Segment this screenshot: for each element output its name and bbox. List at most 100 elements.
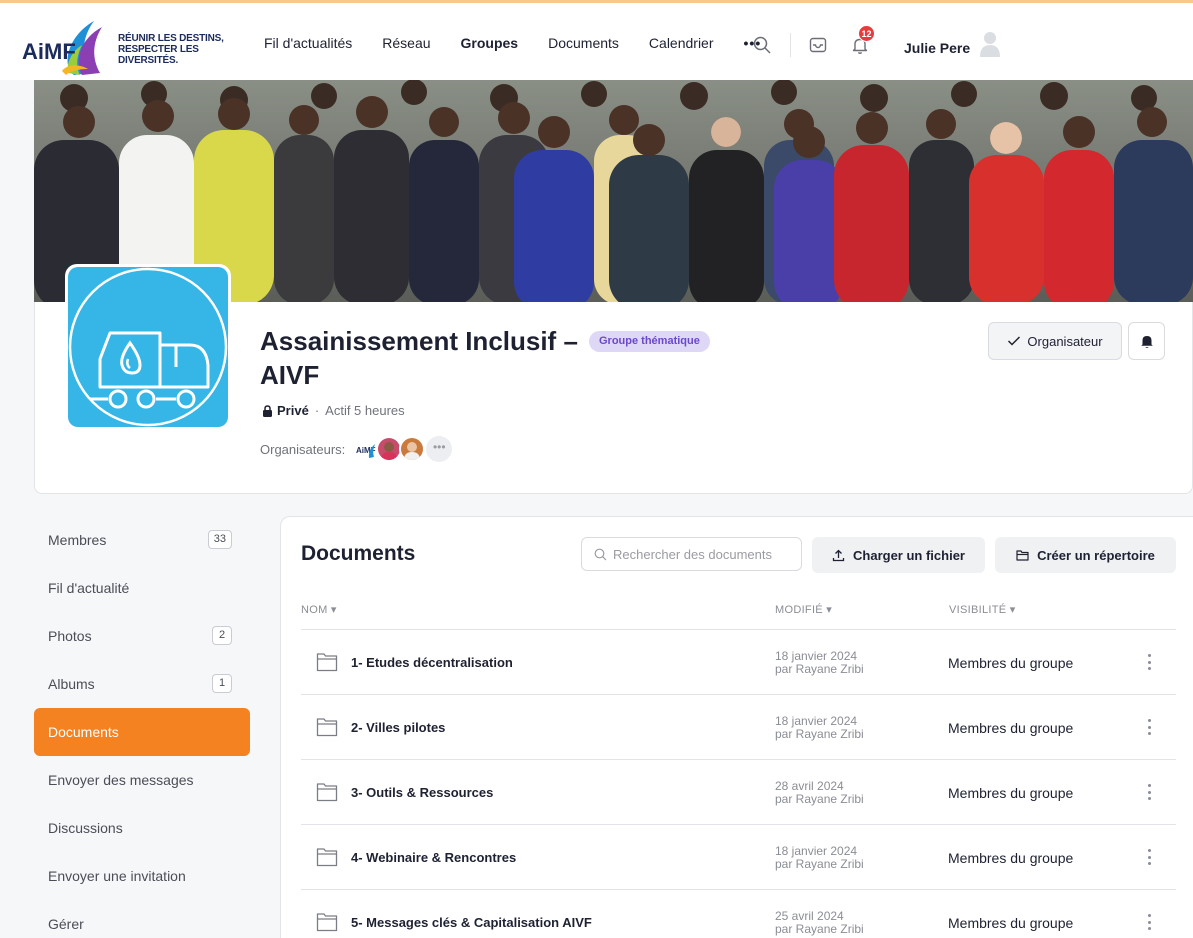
check-icon bbox=[1008, 336, 1021, 346]
more-options-icon[interactable] bbox=[1141, 782, 1157, 802]
more-options-icon[interactable] bbox=[1141, 652, 1157, 672]
more-options-icon[interactable] bbox=[1141, 912, 1157, 932]
organizer-role-label: Organisateur bbox=[1027, 333, 1103, 349]
group-activity: Actif 5 heures bbox=[325, 403, 405, 418]
search-icon bbox=[594, 548, 607, 560]
header-divider bbox=[790, 33, 791, 57]
group-avatar bbox=[65, 264, 231, 430]
sidebar-item-label: Albums bbox=[48, 676, 95, 692]
meta-separator: · bbox=[314, 403, 320, 418]
organizers-more-button[interactable]: ••• bbox=[426, 436, 453, 462]
sidebar-item-label: Photos bbox=[48, 628, 92, 644]
create-folder-button[interactable]: Créer un répertoire bbox=[995, 537, 1176, 573]
column-header-modified[interactable]: MODIFIÉ ▾ bbox=[775, 603, 832, 616]
document-modified: 18 janvier 2024 par Rayane Zribi bbox=[775, 844, 864, 871]
sidebar-item-label: Membres bbox=[48, 532, 107, 548]
sidebar-item-fil-actualite[interactable]: Fil d'actualité bbox=[34, 564, 250, 612]
sidebar-item-label: Fil d'actualité bbox=[48, 580, 130, 596]
notification-badge: 12 bbox=[858, 25, 875, 42]
document-row[interactable]: 1- Etudes décentralisation 18 janvier 20… bbox=[301, 630, 1176, 695]
tagline-line-2: RESPECTER LES DIVERSITÉS. bbox=[118, 44, 199, 66]
column-header-name[interactable]: NOM ▾ bbox=[301, 603, 337, 616]
document-name[interactable]: 4- Webinaire & Rencontres bbox=[351, 850, 516, 865]
folder-icon bbox=[316, 783, 338, 802]
document-row[interactable]: 4- Webinaire & Rencontres 18 janvier 202… bbox=[301, 825, 1176, 890]
sidebar-item-documents[interactable]: Documents bbox=[34, 708, 250, 756]
document-name[interactable]: 5- Messages clés & Capitalisation AIVF bbox=[351, 915, 592, 930]
sidebar-item-discussions[interactable]: Discussions bbox=[34, 804, 250, 852]
sidebar-count-albums: 1 bbox=[212, 674, 232, 693]
organizer-avatar-3[interactable] bbox=[399, 436, 426, 462]
more-options-icon[interactable] bbox=[1141, 717, 1157, 737]
aimf-logo-mark: AiMF bbox=[22, 21, 102, 75]
sidebar-item-envoyer-invitation[interactable]: Envoyer une invitation bbox=[34, 852, 250, 900]
upload-file-button[interactable]: Charger un fichier bbox=[812, 537, 985, 573]
group-title: Assainissement Inclusif – AIVF bbox=[260, 326, 578, 390]
organizers: Organisateurs: AiMF ••• bbox=[260, 436, 453, 462]
sidebar-count-membres: 33 bbox=[207, 530, 232, 549]
sidebar-item-membres[interactable]: Membres 33 bbox=[34, 516, 250, 564]
folder-icon bbox=[316, 913, 338, 932]
sidebar-item-label: Envoyer une invitation bbox=[48, 868, 186, 884]
document-visibility: Membres du groupe bbox=[948, 720, 1074, 736]
lock-icon bbox=[263, 404, 272, 417]
documents-search-input[interactable] bbox=[613, 546, 798, 562]
organizer-role-button[interactable]: Organisateur bbox=[988, 322, 1122, 360]
tagline-line-1: RÉUNIR LES DESTINS, bbox=[118, 33, 224, 44]
document-row[interactable]: 5- Messages clés & Capitalisation AIVF 2… bbox=[301, 890, 1176, 938]
top-navigation-bar: AiMF RÉUNIR LES DESTINS, RESPECTER LES D… bbox=[0, 0, 1193, 83]
document-visibility: Membres du groupe bbox=[948, 655, 1074, 671]
sidebar-item-photos[interactable]: Photos 2 bbox=[34, 612, 250, 660]
document-visibility: Membres du groupe bbox=[948, 785, 1074, 801]
logo-tagline: RÉUNIR LES DESTINS, RESPECTER LES DIVERS… bbox=[118, 33, 242, 66]
group-sidebar: Membres 33 Fil d'actualité Photos 2 Albu… bbox=[34, 516, 250, 938]
folder-icon bbox=[1016, 549, 1029, 561]
bell-filled-icon bbox=[1140, 335, 1153, 348]
document-visibility: Membres du groupe bbox=[948, 915, 1074, 931]
group-privacy: Privé bbox=[277, 403, 309, 418]
document-modified: 28 avril 2024 par Rayane Zribi bbox=[775, 779, 864, 806]
documents-panel: Documents Charger un fichier Créer un ré… bbox=[280, 516, 1193, 938]
nav-calendrier[interactable]: Calendrier bbox=[649, 35, 714, 83]
nav-groupes[interactable]: Groupes bbox=[456, 35, 522, 83]
folder-icon bbox=[316, 718, 338, 737]
document-modified: 25 avril 2024 par Rayane Zribi bbox=[775, 909, 864, 936]
document-name[interactable]: 2- Villes pilotes bbox=[351, 720, 445, 735]
sidebar-item-label: Discussions bbox=[48, 820, 123, 836]
document-name[interactable]: 1- Etudes décentralisation bbox=[351, 655, 513, 670]
user-name[interactable]: Julie Pere bbox=[904, 40, 970, 56]
nav-reseau[interactable]: Réseau bbox=[382, 35, 430, 83]
document-visibility: Membres du groupe bbox=[948, 850, 1074, 866]
upload-file-label: Charger un fichier bbox=[853, 547, 965, 563]
group-notifications-button[interactable] bbox=[1128, 322, 1165, 360]
group-meta: Privé · Actif 5 heures bbox=[262, 403, 405, 418]
folder-icon bbox=[316, 653, 338, 672]
sidebar-item-label: Gérer bbox=[48, 916, 84, 932]
group-type-badge: Groupe thématique bbox=[589, 331, 710, 352]
nav-documents[interactable]: Documents bbox=[548, 35, 619, 83]
sidebar-count-photos: 2 bbox=[212, 626, 232, 645]
more-options-icon[interactable] bbox=[1141, 847, 1157, 867]
user-avatar-icon[interactable] bbox=[978, 31, 1002, 57]
aimf-logo[interactable]: AiMF RÉUNIR LES DESTINS, RESPECTER LES D… bbox=[22, 11, 242, 75]
column-header-visibility[interactable]: VISIBILITÉ ▾ bbox=[949, 603, 1016, 616]
document-row[interactable]: 2- Villes pilotes 18 janvier 2024 par Ray… bbox=[301, 695, 1176, 760]
nav-fil-actualites[interactable]: Fil d'actualités bbox=[264, 35, 352, 83]
organizers-label: Organisateurs: bbox=[260, 441, 346, 457]
sidebar-item-envoyer-messages[interactable]: Envoyer des messages bbox=[34, 756, 250, 804]
inbox-icon[interactable] bbox=[808, 35, 828, 55]
document-modified: 18 janvier 2024 par Rayane Zribi bbox=[775, 714, 864, 741]
document-name[interactable]: 3- Outils & Ressources bbox=[351, 785, 493, 800]
document-modified: 18 janvier 2024 par Rayane Zribi bbox=[775, 649, 864, 676]
documents-search-box bbox=[581, 537, 802, 571]
sidebar-item-albums[interactable]: Albums 1 bbox=[34, 660, 250, 708]
sanitation-truck-icon bbox=[68, 267, 228, 427]
document-row[interactable]: 3- Outils & Ressources 28 avril 2024 par … bbox=[301, 760, 1176, 825]
main-nav: Fil d'actualités Réseau Groupes Document… bbox=[264, 35, 787, 83]
folder-icon bbox=[316, 848, 338, 867]
sidebar-item-label: Envoyer des messages bbox=[48, 772, 194, 788]
search-icon[interactable] bbox=[752, 35, 772, 55]
upload-icon bbox=[832, 549, 845, 562]
sidebar-item-gerer[interactable]: Gérer bbox=[34, 900, 250, 938]
create-folder-label: Créer un répertoire bbox=[1037, 547, 1155, 563]
